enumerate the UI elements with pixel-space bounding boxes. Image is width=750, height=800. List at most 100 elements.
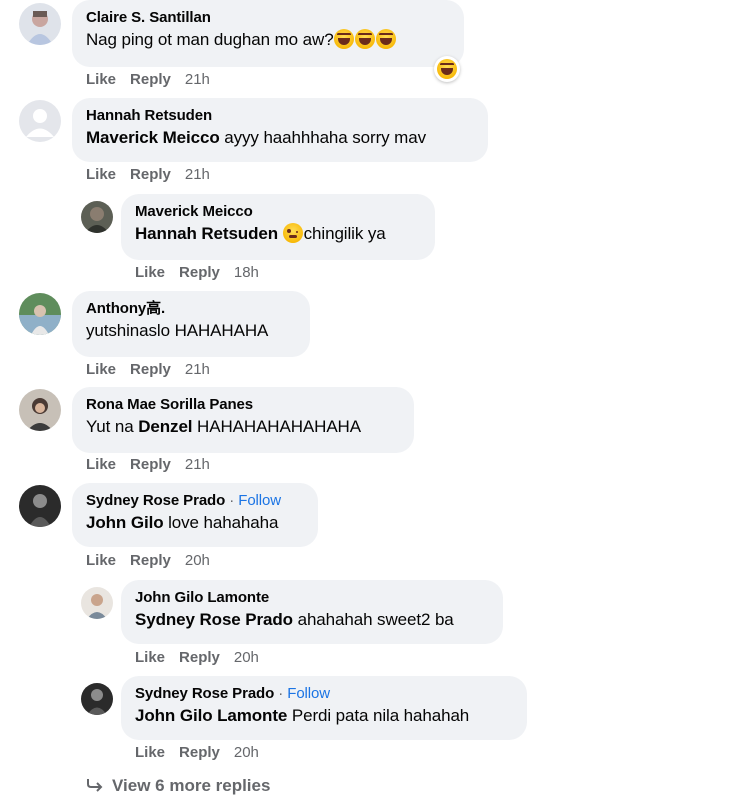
mention-link[interactable]: Hannah Retsuden xyxy=(135,224,278,243)
comment-text-prefix: Yut na xyxy=(86,417,139,436)
comment-text: John Gilo love hahahaha xyxy=(86,511,304,535)
like-button[interactable]: Like xyxy=(86,166,116,183)
view-more-replies-button[interactable]: View 6 more replies xyxy=(86,776,270,796)
timestamp[interactable]: 21h xyxy=(185,166,210,183)
timestamp[interactable]: 21h xyxy=(185,361,210,378)
like-button[interactable]: Like xyxy=(86,71,116,88)
avatar[interactable] xyxy=(19,100,61,142)
comment-bubble: Hannah Retsuden Maverick Meicco ayyy haa… xyxy=(72,98,488,162)
avatar[interactable] xyxy=(81,683,113,715)
comment-text: Sydney Rose Prado ahahahah sweet2 ba xyxy=(135,608,489,632)
comment-bubble: Sydney Rose Prado · Follow John Gilo lov… xyxy=(72,483,318,547)
reply-button[interactable]: Reply xyxy=(130,166,171,183)
reply-button[interactable]: Reply xyxy=(179,649,220,666)
comment-text: Yut na Denzel HAHAHAHAHAHAHA xyxy=(86,415,400,439)
comment-text: Maverick Meicco ayyy haahhhaha sorry mav xyxy=(86,126,474,150)
comment-author[interactable]: Claire S. Santillan xyxy=(86,8,450,28)
mention-link[interactable]: Denzel xyxy=(138,417,192,436)
comment-actions: Like Reply 21h xyxy=(86,456,224,473)
comment-actions: Like Reply 21h xyxy=(86,166,224,183)
timestamp[interactable]: 20h xyxy=(185,552,210,569)
reply-button[interactable]: Reply xyxy=(130,361,171,378)
comment-text-body: love hahahaha xyxy=(163,513,279,532)
avatar[interactable] xyxy=(81,587,113,619)
comment-text: yutshinaslo HAHAHAHA xyxy=(86,321,269,340)
avatar[interactable] xyxy=(81,201,113,233)
follow-button[interactable]: Follow xyxy=(238,492,281,509)
winking-emoji xyxy=(282,223,303,243)
comment-text-body: Perdi pata nila hahahah xyxy=(287,706,470,725)
comment-bubble: Sydney Rose Prado · Follow John Gilo Lam… xyxy=(121,676,527,740)
comment-author[interactable]: Anthony高. xyxy=(86,299,296,319)
reply-button[interactable]: Reply xyxy=(130,71,171,88)
timestamp[interactable]: 18h xyxy=(234,264,259,281)
author-name[interactable]: Sydney Rose Prado xyxy=(135,685,274,702)
haha-reaction-icon[interactable] xyxy=(434,56,460,82)
laughing-emoji xyxy=(333,29,354,49)
follow-button[interactable]: Follow xyxy=(287,685,330,702)
comment-text: Hannah Retsuden chingilik ya xyxy=(135,222,421,246)
comment-author[interactable]: Hannah Retsuden xyxy=(86,106,474,126)
timestamp[interactable]: 20h xyxy=(234,744,259,761)
separator-dot: · xyxy=(278,685,284,702)
default-avatar-icon xyxy=(19,100,61,142)
author-name[interactable]: Sydney Rose Prado xyxy=(86,492,225,509)
comment-actions: Like Reply 21h xyxy=(86,71,224,88)
avatar-photo xyxy=(19,3,61,45)
comment-author[interactable]: John Gilo Lamonte xyxy=(135,588,489,608)
comment-text: John Gilo Lamonte Perdi pata nila hahaha… xyxy=(135,704,513,728)
avatar[interactable] xyxy=(19,293,61,335)
separator-dot: · xyxy=(229,492,235,509)
like-button[interactable]: Like xyxy=(86,552,116,569)
comment-bubble: Anthony高. yutshinaslo HAHAHAHA xyxy=(72,291,310,357)
avatar-photo xyxy=(19,293,61,335)
timestamp[interactable]: 21h xyxy=(185,71,210,88)
like-button[interactable]: Like xyxy=(86,456,116,473)
like-button[interactable]: Like xyxy=(135,649,165,666)
laughing-emoji xyxy=(436,59,457,79)
comment-author[interactable]: Maverick Meicco xyxy=(135,202,421,222)
avatar[interactable] xyxy=(19,485,61,527)
avatar-photo xyxy=(81,201,113,233)
reply-button[interactable]: Reply xyxy=(179,264,220,281)
reply-button[interactable]: Reply xyxy=(179,744,220,761)
like-button[interactable]: Like xyxy=(86,361,116,378)
mention-link[interactable]: John Gilo xyxy=(86,513,164,532)
comment-text-body: ahahahah sweet2 ba xyxy=(292,610,454,629)
avatar[interactable] xyxy=(19,3,61,45)
timestamp[interactable]: 20h xyxy=(234,649,259,666)
comment-bubble: Claire S. Santillan Nag ping ot man dugh… xyxy=(72,0,464,67)
comment-author[interactable]: Rona Mae Sorilla Panes xyxy=(86,395,400,415)
mention-link[interactable]: Maverick Meicco xyxy=(86,128,220,147)
laughing-emoji xyxy=(354,29,375,49)
comment-text-body: chingilik ya xyxy=(303,224,386,243)
like-button[interactable]: Like xyxy=(135,264,165,281)
avatar-photo xyxy=(81,587,113,619)
comment-text-body: HAHAHAHAHAHAHA xyxy=(192,417,361,436)
comment-text-body: Nag ping ot man dughan mo aw? xyxy=(86,30,334,49)
reply-arrow-icon xyxy=(87,779,103,792)
laughing-emoji xyxy=(375,29,396,49)
comment-actions: Like Reply 20h xyxy=(135,744,273,761)
avatar-photo xyxy=(19,389,61,431)
avatar[interactable] xyxy=(19,389,61,431)
mention-link[interactable]: John Gilo Lamonte xyxy=(135,706,287,725)
comment-author[interactable]: Sydney Rose Prado · Follow xyxy=(135,684,513,704)
comment-actions: Like Reply 20h xyxy=(86,552,224,569)
comment-bubble: Maverick Meicco Hannah Retsuden chingili… xyxy=(121,194,435,260)
reply-button[interactable]: Reply xyxy=(130,552,171,569)
like-button[interactable]: Like xyxy=(135,744,165,761)
comment-actions: Like Reply 18h xyxy=(135,264,273,281)
comment-text: Nag ping ot man dughan mo aw? xyxy=(86,28,450,52)
mention-link[interactable]: Sydney Rose Prado xyxy=(135,610,293,629)
comment-author[interactable]: Sydney Rose Prado · Follow xyxy=(86,491,304,511)
comment-actions: Like Reply 21h xyxy=(86,361,224,378)
avatar-photo xyxy=(81,683,113,715)
reply-button[interactable]: Reply xyxy=(130,456,171,473)
comment-bubble: Rona Mae Sorilla Panes Yut na Denzel HAH… xyxy=(72,387,414,453)
comment-actions: Like Reply 20h xyxy=(135,649,273,666)
comment-bubble: John Gilo Lamonte Sydney Rose Prado ahah… xyxy=(121,580,503,644)
avatar-photo xyxy=(19,485,61,527)
view-more-label: View 6 more replies xyxy=(112,776,271,795)
timestamp[interactable]: 21h xyxy=(185,456,210,473)
